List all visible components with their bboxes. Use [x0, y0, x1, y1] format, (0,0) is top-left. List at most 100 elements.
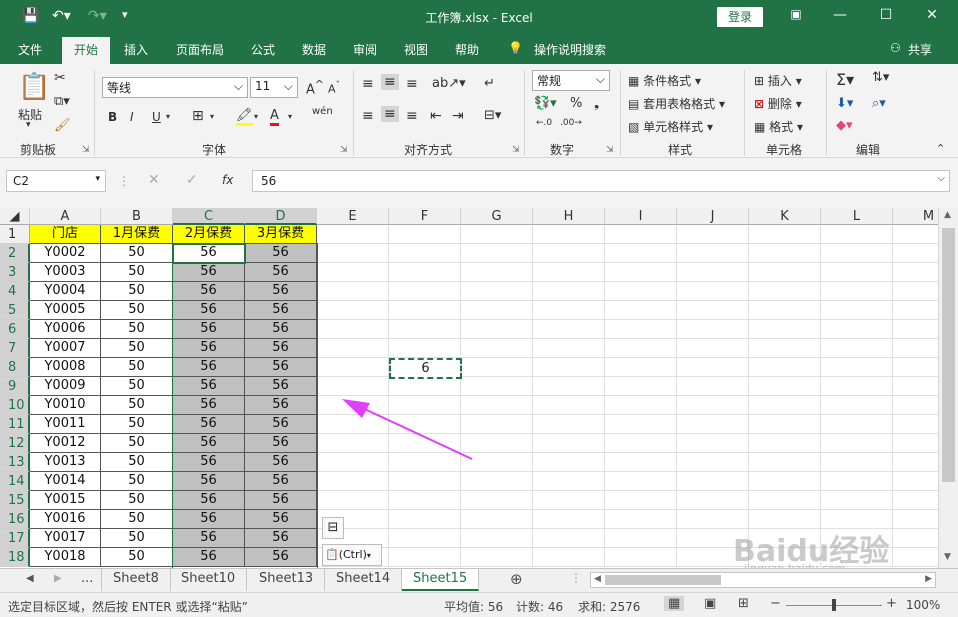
cell[interactable]: 56	[173, 377, 245, 396]
font-color-button[interactable]: A	[270, 108, 279, 126]
cell[interactable]	[749, 472, 821, 491]
cell[interactable]	[461, 434, 533, 453]
cell[interactable]: 56	[245, 358, 317, 377]
row-header[interactable]: 11	[0, 415, 30, 434]
delete-cells-button[interactable]: ⊠ 删除 ▾	[754, 95, 802, 112]
cell[interactable]	[749, 225, 821, 244]
cell[interactable]	[821, 339, 893, 358]
sheet-tab[interactable]: Sheet14	[325, 569, 403, 591]
tell-me-search[interactable]: 操作说明搜索	[534, 41, 606, 58]
cell[interactable]	[821, 225, 893, 244]
sheet-tab[interactable]: Sheet13	[248, 569, 326, 591]
cell[interactable]	[461, 263, 533, 282]
column-header-c[interactable]: C	[173, 208, 245, 225]
align-right-icon[interactable]: ≡	[406, 108, 418, 124]
tab-page-layout[interactable]: 页面布局	[176, 41, 224, 58]
cell[interactable]: Y0008	[30, 358, 101, 377]
cell[interactable]: 56	[245, 282, 317, 301]
clipboard-launcher-icon[interactable]: ⇲	[82, 145, 90, 155]
cell[interactable]	[749, 377, 821, 396]
page-layout-view-icon[interactable]: ▣	[704, 596, 716, 611]
cell[interactable]	[893, 434, 938, 453]
cell[interactable]	[317, 415, 389, 434]
cell[interactable]: Y0004	[30, 282, 101, 301]
tab-splitter-icon[interactable]: ⋮	[570, 571, 582, 585]
cell[interactable]	[317, 301, 389, 320]
cell[interactable]	[533, 301, 605, 320]
cell[interactable]	[677, 472, 749, 491]
cell[interactable]	[389, 491, 461, 510]
cell[interactable]	[389, 415, 461, 434]
cell[interactable]	[533, 358, 605, 377]
cell[interactable]: 50	[101, 301, 173, 320]
cell[interactable]: Y0011	[30, 415, 101, 434]
cell-styles-button[interactable]: ▧ 单元格样式 ▾	[628, 118, 713, 135]
cell[interactable]	[893, 339, 938, 358]
column-header-a[interactable]: A	[30, 208, 101, 225]
cell[interactable]	[749, 339, 821, 358]
cell[interactable]: 56	[245, 510, 317, 529]
cancel-icon[interactable]: ✕	[148, 172, 160, 188]
align-left-icon[interactable]: ≡	[362, 108, 374, 124]
column-header-k[interactable]: K	[749, 208, 821, 225]
bold-button[interactable]: B	[108, 110, 117, 124]
cell[interactable]: 50	[101, 453, 173, 472]
cell[interactable]	[677, 434, 749, 453]
cell[interactable]: 56	[173, 529, 245, 548]
cell[interactable]: Y0016	[30, 510, 101, 529]
cell[interactable]	[893, 263, 938, 282]
cell[interactable]	[605, 453, 677, 472]
row-header[interactable]: 12	[0, 434, 30, 453]
cell[interactable]: 50	[101, 529, 173, 548]
cell[interactable]: Y0005	[30, 301, 101, 320]
cell[interactable]	[677, 301, 749, 320]
cell[interactable]	[461, 396, 533, 415]
wrap-text-icon[interactable]: ↵	[484, 76, 495, 91]
copy-icon[interactable]: ⧉▾	[54, 94, 70, 109]
increase-decimal-icon[interactable]: ←.0	[536, 118, 552, 128]
cell[interactable]: 50	[101, 491, 173, 510]
formula-input[interactable]: 56 ⌵	[252, 170, 950, 192]
cell[interactable]	[389, 510, 461, 529]
cell[interactable]	[821, 263, 893, 282]
name-box[interactable]: C2 ▾	[6, 170, 106, 192]
cell[interactable]	[821, 415, 893, 434]
page-break-view-icon[interactable]: ⊞	[738, 596, 749, 611]
cell[interactable]: Y0009	[30, 377, 101, 396]
cell[interactable]: 56	[173, 472, 245, 491]
zoom-level[interactable]: 100%	[906, 598, 940, 612]
scroll-left-icon[interactable]: ◀	[594, 574, 601, 584]
sheet-tab[interactable]: Sheet8	[101, 569, 171, 591]
cell[interactable]: Y0013	[30, 453, 101, 472]
font-launcher-icon[interactable]: ⇲	[340, 145, 348, 155]
cell[interactable]	[677, 491, 749, 510]
row-header[interactable]: 16	[0, 510, 30, 529]
cell[interactable]	[317, 339, 389, 358]
cell[interactable]	[533, 415, 605, 434]
cell[interactable]: Y0010	[30, 396, 101, 415]
cell[interactable]	[893, 282, 938, 301]
row-header[interactable]: 1	[0, 225, 30, 244]
cell[interactable]	[317, 358, 389, 377]
cell[interactable]	[893, 510, 938, 529]
cell[interactable]	[317, 491, 389, 510]
cell[interactable]	[677, 320, 749, 339]
cell[interactable]	[389, 453, 461, 472]
column-header-d[interactable]: D	[245, 208, 317, 225]
cell[interactable]: Y0002	[30, 244, 101, 263]
column-header-e[interactable]: E	[317, 208, 389, 225]
cell[interactable]	[821, 396, 893, 415]
maximize-icon[interactable]: ☐	[876, 7, 896, 23]
align-top-icon[interactable]: ≡	[362, 76, 374, 92]
shrink-font-button[interactable]: Aˇ	[328, 80, 340, 96]
cell[interactable]: 56	[173, 301, 245, 320]
cell[interactable]	[605, 320, 677, 339]
cell[interactable]	[749, 396, 821, 415]
cell[interactable]	[821, 491, 893, 510]
cell[interactable]	[893, 320, 938, 339]
cell[interactable]: 56	[245, 548, 317, 567]
cell[interactable]	[389, 434, 461, 453]
cell[interactable]: 56	[245, 301, 317, 320]
minimize-icon[interactable]: —	[830, 7, 850, 23]
format-as-table-button[interactable]: ▤ 套用表格格式 ▾	[628, 95, 725, 112]
